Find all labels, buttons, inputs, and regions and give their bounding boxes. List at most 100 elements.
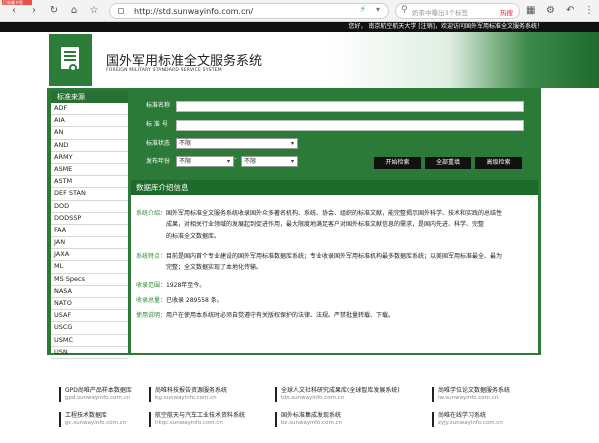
site-title: 国外军用标准全文服务系统 — [106, 54, 263, 69]
info-key: 系统特点： — [136, 253, 167, 260]
chevron-down-icon[interactable]: ▾ — [376, 5, 380, 14]
sidebar-item[interactable]: NATO — [51, 298, 128, 311]
year-to-value: 不限 — [244, 158, 257, 165]
browser-toolbar: 已收藏书签 ‹ › ↻ ⌂ ☆ http://std.sunwayinfo.co… — [0, 0, 599, 22]
sidebar-item[interactable]: JAN — [51, 237, 128, 250]
search-button[interactable]: 开始检索 — [374, 157, 421, 169]
info-body: 系统介绍：国外军用标准全文服务系统收录国外众多著名机构、系统、协会、组织的标准文… — [131, 195, 538, 353]
welcome-bar: 您好， 南京航空航天大学 [注销]，欢迎访问国外军用标准全文服务系统！ — [0, 22, 599, 32]
name-label: 标准名称 — [146, 102, 171, 109]
info-value: 用户在使用本系统时必须自觉遵守有关版权保护的法律、法规。严禁批量转载、下载。 — [166, 312, 395, 319]
sidebar-item[interactable]: NASA — [51, 286, 128, 298]
sidebar-item[interactable]: AIA — [51, 115, 128, 128]
site-logo — [49, 34, 92, 86]
footer-link-title[interactable]: 航空航天与汽车工业技术资料系统 — [155, 412, 264, 420]
advanced-search-button[interactable]: 高级检索 — [475, 157, 522, 169]
footer-link-url[interactable]: zyjy.sunwayinfo.com.cn — [438, 420, 547, 427]
info-row-total: 收录总量：已收录 289558 条。 — [136, 295, 223, 306]
info-value: 已收录 289558 条。 — [166, 297, 223, 304]
chevron-down-icon: ▾ — [226, 158, 230, 165]
sidebar-item[interactable]: ASME — [51, 164, 128, 177]
sidebar-item[interactable]: DODSSP — [51, 213, 128, 225]
sidebar-item[interactable]: DEF STAN — [51, 188, 128, 201]
footer-links: GPD尚唯产品样本数据库 gpd.sunwayinfo.com.cn 尚唯科技报… — [49, 376, 589, 436]
year-from-value: 不限 — [179, 158, 192, 165]
search-icon: ⚲ — [401, 5, 408, 15]
footer-link-url[interactable]: lw.sunwayinfo.com.cn — [438, 395, 547, 402]
source-sidebar: 标准来源 ADF AIA AN AND ARMY ASME ASTM DEF S… — [51, 91, 128, 359]
info-key: 系统介绍： — [136, 210, 167, 217]
footer-link[interactable]: 尚唯在线学习系统 zyjy.sunwayinfo.com.cn — [432, 412, 547, 427]
info-key: 收录范围： — [136, 282, 167, 289]
year-separator: - — [234, 155, 237, 163]
info-value: 完整；全文数据实现了本地化传输。 — [166, 264, 263, 272]
info-row-scope: 收录范围：1928年至今。 — [136, 280, 205, 291]
footer-link[interactable]: 尚唯科技报告资源服务系统 bg.sunwayinfo.com.cn — [149, 387, 264, 402]
menu-icon[interactable]: ⋮ — [584, 5, 594, 17]
info-value: 的标准全文数据库。 — [166, 232, 221, 240]
footer-link-url[interactable]: hkqc.sunwayinfo.com.cn — [155, 420, 264, 427]
year-label: 发布年份 — [146, 158, 171, 165]
star-icon[interactable]: ☆ — [88, 5, 100, 17]
sidebar-item[interactable]: USAF — [51, 310, 128, 323]
lightning-icon[interactable]: ⚡ — [360, 5, 366, 15]
year-from-select[interactable]: 不限 ▾ — [176, 156, 234, 167]
sidebar-item[interactable]: JAXA — [51, 249, 128, 262]
status-value: 不限 — [179, 140, 192, 147]
address-bar[interactable]: http://std.sunwayinfo.com.cn/ ⚡ ▾ — [109, 3, 389, 19]
footer-link[interactable]: 全球人文社科研究成果库(全球智库发展系统) tds.sunwayinfo.com… — [275, 387, 400, 402]
home-icon[interactable]: ⌂ — [68, 5, 80, 17]
info-heading: 数据库介绍信息 — [131, 180, 538, 195]
status-select[interactable]: 不限 ▾ — [176, 138, 298, 149]
status-label: 标准状态 — [146, 140, 171, 147]
sidebar-item[interactable]: AN — [51, 127, 128, 140]
footer-link[interactable]: 尚唯学位论文数据服务系统 lw.sunwayinfo.com.cn — [432, 387, 547, 402]
number-input[interactable] — [176, 120, 524, 131]
browser-search[interactable]: ⚲ 奶茶中曝出3个标签 热搜 — [395, 3, 520, 19]
grid-icon[interactable]: ▦ — [526, 5, 535, 17]
info-row-features: 系统特点：目前是国内首个专业建设的国外军用标准数据库系统；专业收录国外军用标准机… — [136, 251, 502, 274]
info-value: 目前是国内首个专业建设的国外军用标准数据库系统；专业收录国外军用标准机构最多数据… — [166, 253, 503, 260]
reset-button[interactable]: 全部重填 — [425, 157, 471, 169]
info-value: 国外军用标准全文服务系统收录国外众多著名机构、系统、协会、组织的标准文献，能完整… — [166, 210, 503, 217]
footer-link-title[interactable]: 全球人文社科研究成果库(全球智库发展系统) — [281, 387, 400, 395]
undo-icon[interactable]: ↶ — [566, 5, 574, 17]
footer-link-title[interactable]: 国外标准集成发现系统 — [281, 412, 390, 420]
year-to-select[interactable]: 不限 ▾ — [241, 156, 298, 167]
url-text[interactable]: http://std.sunwayinfo.com.cn/ — [134, 6, 253, 17]
hot-search-label[interactable]: 热搜 — [500, 7, 513, 17]
footer-link[interactable]: 国外标准集成发现系统 bz.sunwayinfo.com.cn — [275, 412, 390, 427]
search-placeholder: 奶茶中曝出3个标签 — [412, 9, 469, 17]
number-label: 标 准 号 — [146, 121, 168, 128]
sidebar-item[interactable]: USN — [51, 347, 128, 359]
back-icon[interactable]: ‹ — [8, 5, 20, 17]
refresh-icon[interactable]: ↻ — [48, 5, 60, 17]
sidebar-item[interactable]: ADF — [51, 103, 128, 116]
sidebar-item[interactable]: DOD — [51, 201, 128, 213]
footer-link-url[interactable]: bz.sunwayinfo.com.cn — [281, 420, 390, 427]
sidebar-item[interactable]: ASTM — [51, 176, 128, 189]
info-row-usage: 使用说明：用户在使用本系统时必须自觉遵守有关版权保护的法律、法规。严禁批量转载、… — [136, 310, 394, 321]
sidebar-item[interactable]: FAA — [51, 225, 128, 238]
footer-link-title[interactable]: 尚唯学位论文数据服务系统 — [438, 387, 547, 395]
sidebar-item[interactable]: AND — [51, 140, 128, 152]
info-key: 收录总量： — [136, 297, 167, 304]
footer-link-title[interactable]: 尚唯在线学习系统 — [438, 412, 547, 420]
sidebar-item[interactable]: USCG — [51, 322, 128, 335]
footer-link-title[interactable]: 尚唯科技报告资源服务系统 — [155, 387, 264, 395]
settings-icon[interactable]: ⚙ — [546, 5, 555, 17]
footer-link-url[interactable]: bg.sunwayinfo.com.cn — [155, 395, 264, 402]
sidebar-item[interactable]: ML — [51, 261, 128, 274]
footer-link[interactable]: 航空航天与汽车工业技术资料系统 hkqc.sunwayinfo.com.cn — [149, 412, 264, 427]
info-key: 使用说明： — [136, 312, 167, 319]
name-input[interactable] — [176, 101, 524, 112]
sidebar-item[interactable]: USMC — [51, 335, 128, 347]
site-subtitle: FOREIGN MILITARY STANDARD SERVICE SYSTEM — [106, 68, 222, 73]
welcome-text: 您好， 南京航空航天大学 [注销]，欢迎访问国外军用标准全文服务系统！ — [348, 23, 544, 30]
sidebar-item[interactable]: ARMY — [51, 152, 128, 164]
chevron-down-icon: ▾ — [290, 158, 294, 165]
sidebar-heading: 标准来源 — [51, 91, 128, 103]
forward-icon[interactable]: › — [28, 5, 40, 17]
footer-link-url[interactable]: tds.sunwayinfo.com.cn — [281, 395, 390, 402]
sidebar-item[interactable]: MS Specs — [51, 274, 128, 286]
